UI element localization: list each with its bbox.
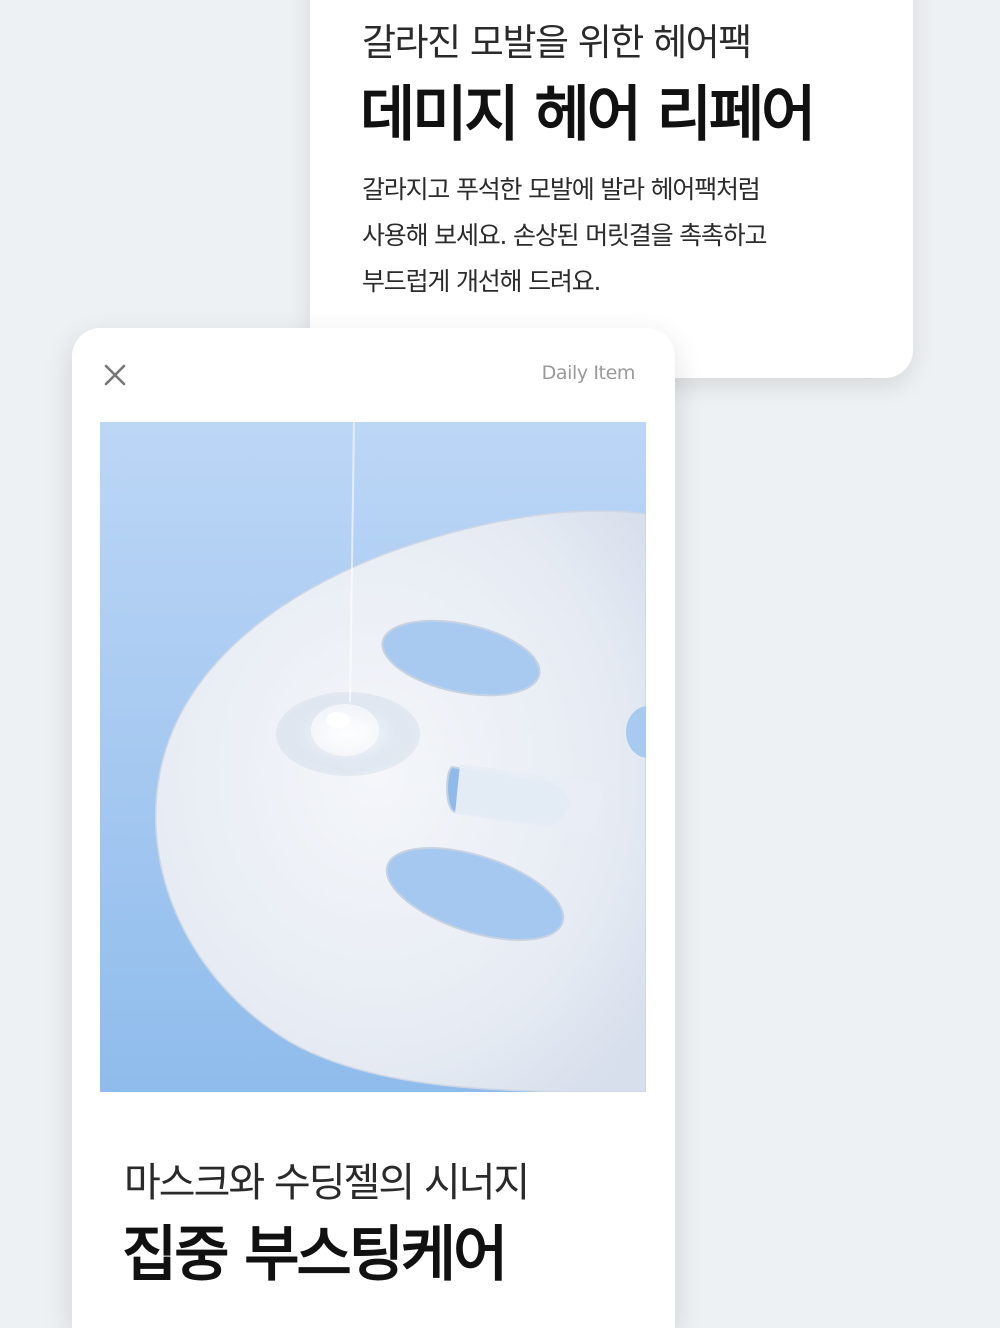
item-subtitle: 마스크와 수딩젤의 시너지 <box>124 1160 530 1206</box>
close-icon <box>104 364 126 386</box>
close-button[interactable] <box>100 360 130 390</box>
item-card: Daily Item 마스크와 수딩젤의 시너지 집중 부스팅케어 <box>72 328 675 1328</box>
description-line: 사용해 보세요. 손상된 머릿결을 촉촉하고 <box>362 221 768 250</box>
product-description: 갈라지고 푸석한 모발에 발라 헤어팩처럼 사용해 보세요. 손상된 머릿결을 … <box>362 167 882 305</box>
product-title: 데미지 헤어 리페어 <box>360 80 816 150</box>
sheet-mask-photo <box>100 422 646 1092</box>
product-card-back: 갈라진 모발을 위한 헤어팩 데미지 헤어 리페어 갈라지고 푸석한 모발에 발… <box>310 0 913 378</box>
product-subtitle: 갈라진 모발을 위한 헤어팩 <box>362 21 752 64</box>
daily-item-tag: Daily Item <box>541 362 636 384</box>
description-line: 갈라지고 푸석한 모발에 발라 헤어팩처럼 <box>362 175 761 204</box>
description-line: 부드럽게 개선해 드려요. <box>362 267 601 296</box>
